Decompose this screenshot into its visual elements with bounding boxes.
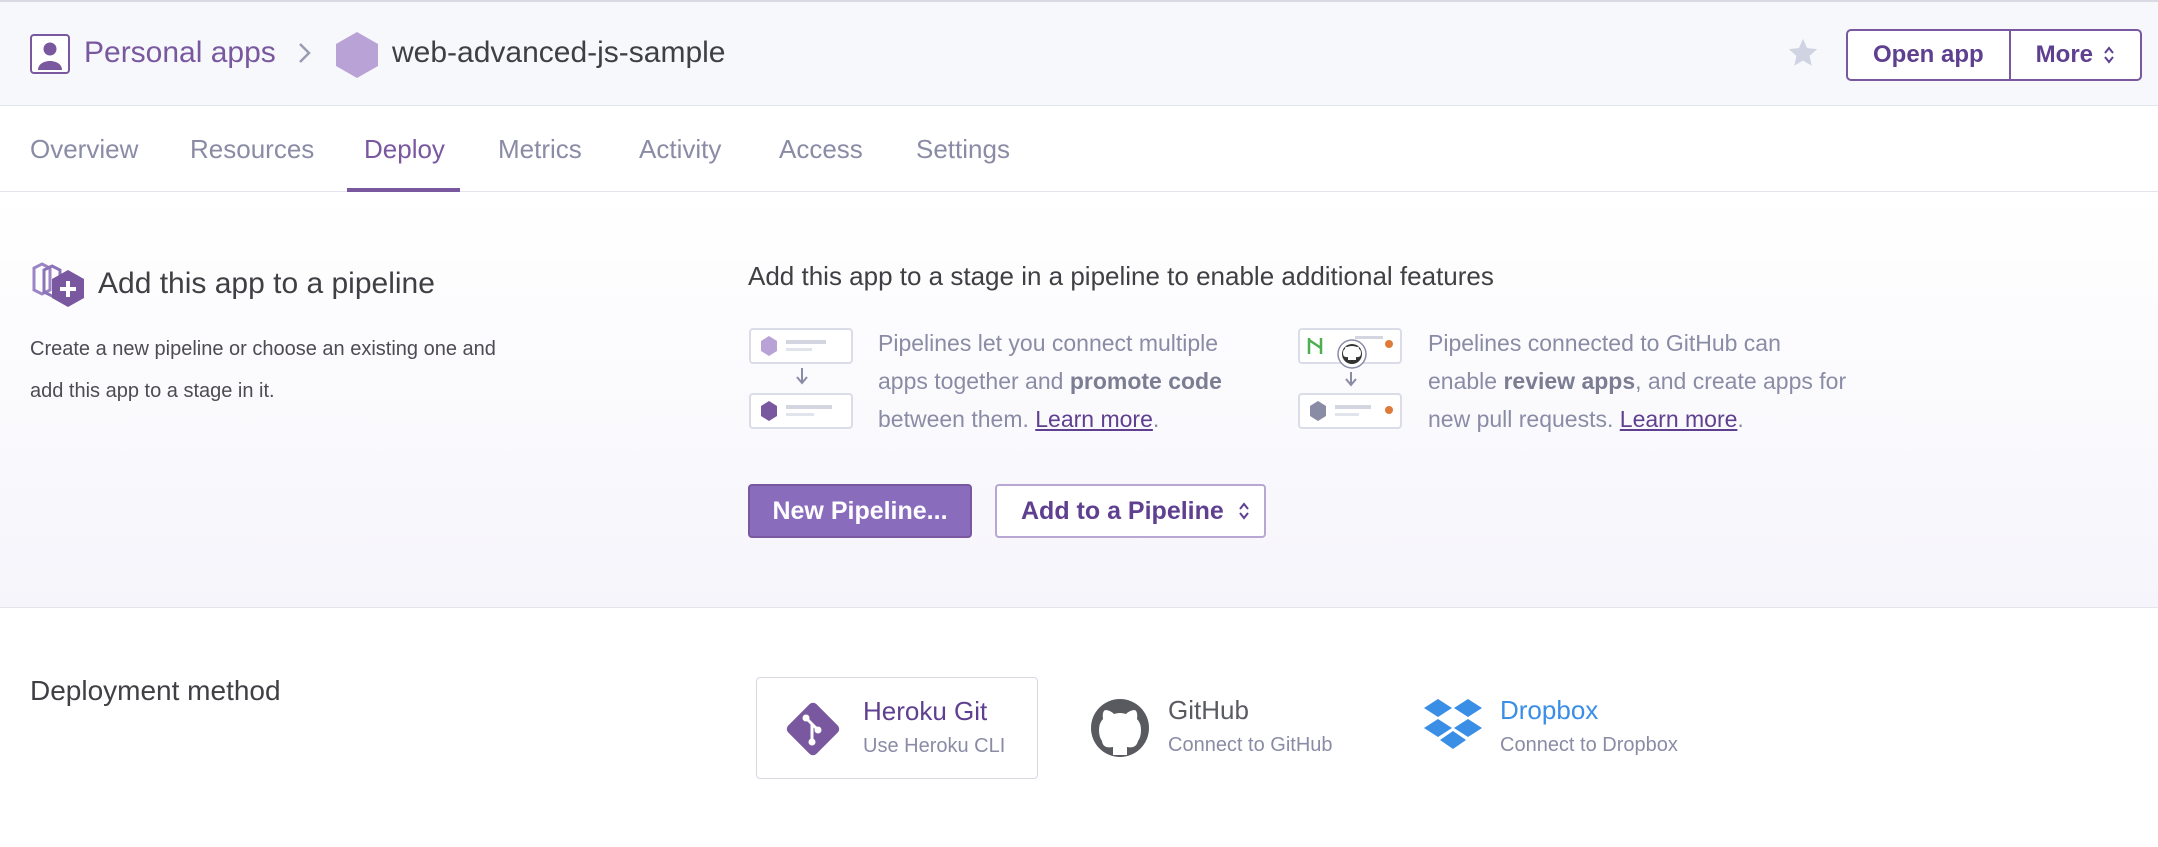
- add-to-pipeline-label: Add to a Pipeline: [1021, 497, 1224, 525]
- tab-overview[interactable]: Overview: [30, 132, 138, 166]
- pipeline-description: Create a new pipeline or choose an exist…: [30, 338, 496, 402]
- feature-text: between them.: [878, 406, 1036, 432]
- github-sub: Connect to GitHub: [1168, 734, 1333, 756]
- tab-resources[interactable]: Resources: [190, 132, 314, 166]
- learn-more-link[interactable]: Learn more: [1620, 406, 1738, 432]
- feature-bold: promote code: [1069, 368, 1222, 394]
- feature-bold: review apps: [1503, 368, 1636, 394]
- tab-activity[interactable]: Activity: [639, 132, 721, 166]
- tab-metrics[interactable]: Metrics: [498, 132, 582, 166]
- sort-caret-icon: [1239, 502, 1249, 520]
- github-icon: [1091, 699, 1149, 757]
- deployment-method-label: Deployment method: [30, 675, 281, 706]
- pipeline-section: Add this app to a pipeline Create a new …: [0, 192, 2158, 608]
- deploy-method-heroku-git[interactable]: Heroku Git Use Heroku CLI: [756, 677, 1038, 779]
- dropbox-name: Dropbox: [1500, 695, 1599, 725]
- heroku-git-sub: Use Heroku CLI: [863, 735, 1006, 757]
- app-tabs: Overview Resources Deploy Metrics Activi…: [0, 106, 2158, 192]
- new-pipeline-button[interactable]: New Pipeline...: [748, 484, 972, 538]
- feature-end: .: [1737, 406, 1744, 432]
- github-name: GitHub: [1168, 695, 1249, 725]
- more-button[interactable]: More: [2008, 31, 2140, 79]
- heroku-git-icon: [786, 702, 840, 756]
- breadcrumb-app-name: web-advanced-js-sample: [392, 36, 726, 69]
- github-review-apps-illustration: [1298, 328, 1402, 429]
- more-label: More: [2035, 41, 2094, 68]
- deploy-method-github[interactable]: GitHub Connect to GitHub: [1076, 677, 1366, 779]
- deploy-method-dropbox[interactable]: Dropbox Connect to Dropbox: [1408, 677, 1708, 779]
- sort-caret-icon: [2104, 46, 2114, 64]
- learn-more-link[interactable]: Learn more: [1035, 406, 1153, 432]
- pipeline-feature-review-apps: Pipelines connected to GitHub can enable…: [1428, 324, 1848, 438]
- tab-deploy[interactable]: Deploy: [364, 132, 445, 166]
- app-header: Personal apps web-advanced-js-sample Ope…: [0, 0, 2158, 106]
- tab-access[interactable]: Access: [779, 132, 863, 166]
- add-to-pipeline-button[interactable]: Add to a Pipeline: [995, 484, 1266, 538]
- chevron-right-icon: [299, 43, 311, 63]
- pipeline-promote-illustration: [749, 328, 853, 429]
- open-app-button[interactable]: Open app: [1848, 31, 2009, 79]
- app-hexagon-icon: [336, 32, 378, 78]
- heroku-git-name: Heroku Git: [863, 696, 988, 726]
- pipeline-heading: Add this app to a stage in a pipeline to…: [748, 261, 1494, 291]
- feature-end: .: [1152, 406, 1160, 432]
- pipeline-feature-promote: Pipelines let you connect multiple apps …: [878, 324, 1248, 438]
- tab-settings[interactable]: Settings: [916, 132, 1010, 166]
- pipeline-title: Add this app to a pipeline: [98, 267, 435, 300]
- app-actions: Open app More: [1846, 29, 2143, 81]
- pipeline-add-icon: [32, 262, 84, 307]
- dropbox-icon: [1424, 699, 1482, 749]
- dropbox-sub: Connect to Dropbox: [1500, 734, 1678, 756]
- personal-account-icon[interactable]: [30, 34, 70, 74]
- star-icon[interactable]: [1786, 36, 1820, 70]
- breadcrumb-personal-apps[interactable]: Personal apps: [84, 33, 276, 73]
